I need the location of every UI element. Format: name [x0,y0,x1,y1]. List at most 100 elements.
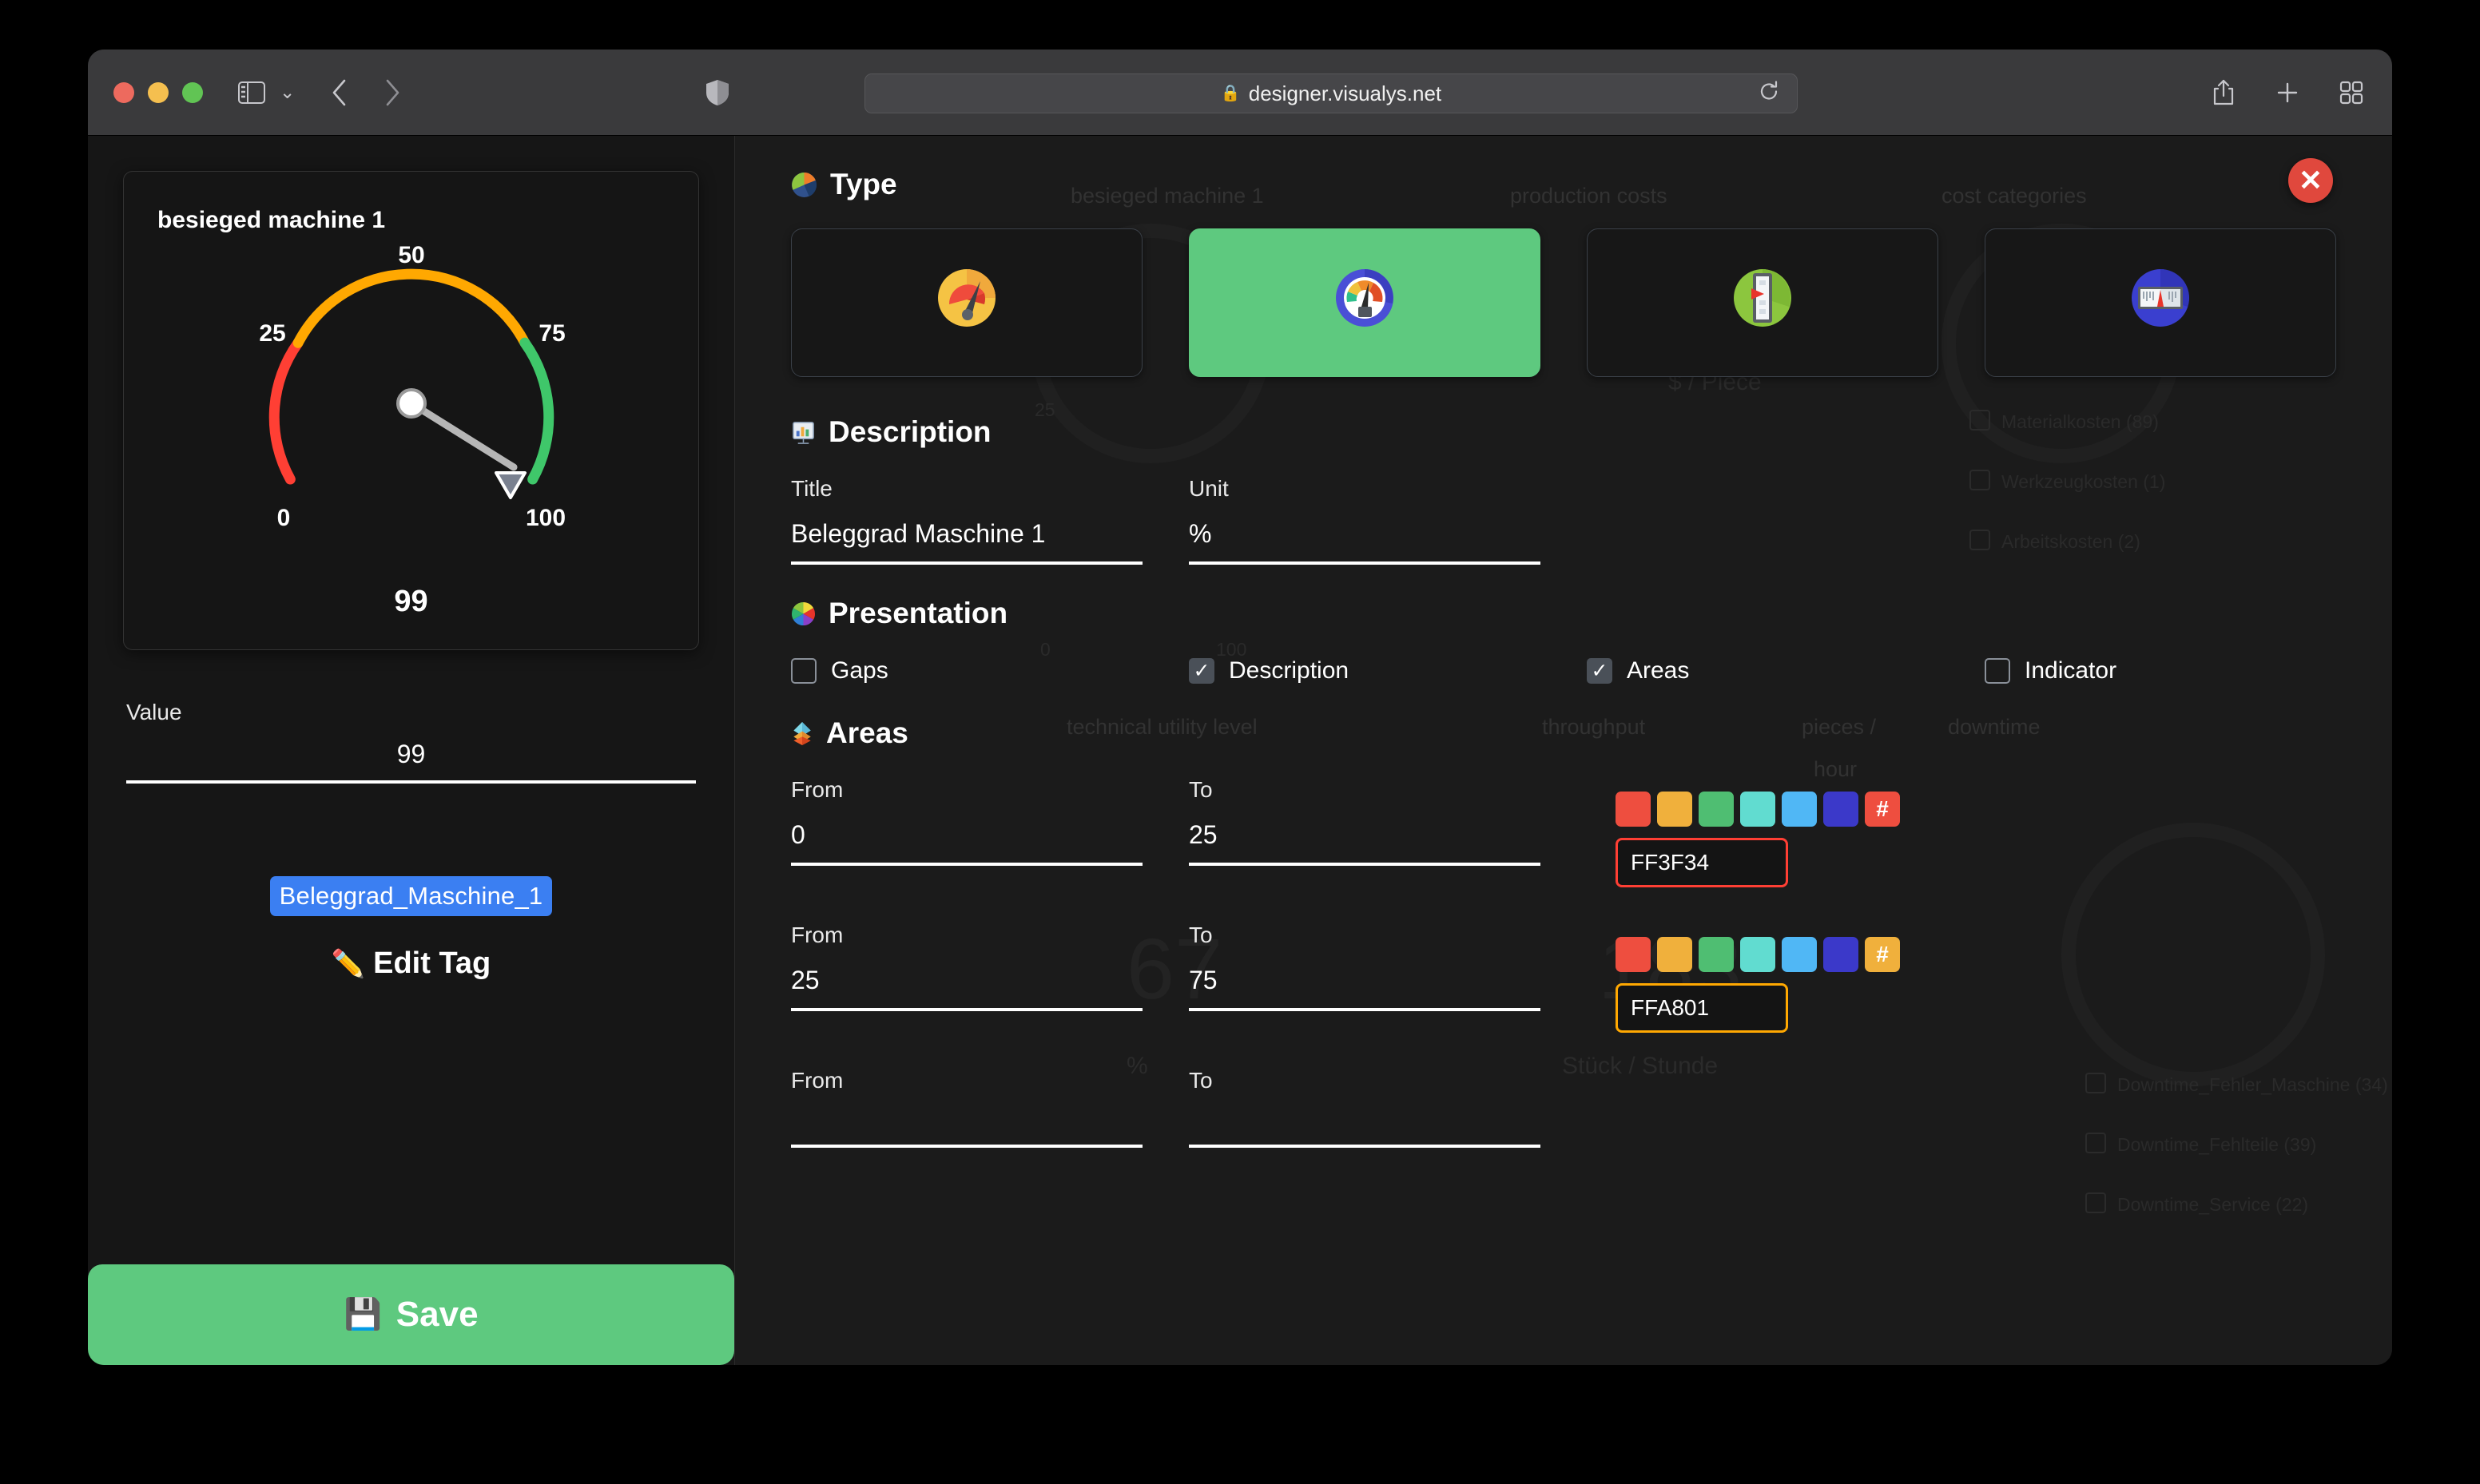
sidebar-toggle-icon[interactable] [238,81,265,104]
area-to-input[interactable]: 25 [1189,820,1540,866]
title-input[interactable]: Beleggrad Maschine 1 [791,519,1143,565]
gauge-preview-card: besieged machine 1 50 25 75 0 100 99 [123,171,699,650]
checkbox-indicator[interactable]: Indicator [1985,657,2116,684]
checkbox-box: ✓ [1587,658,1612,684]
checkbox-box [1985,658,2010,684]
swatch-orange[interactable] [1657,792,1692,827]
area-from-label: From [791,777,844,802]
swatch-red[interactable] [1616,792,1651,827]
page-body: besieged machine 1 production costs cost… [88,136,2392,1365]
area-color-picker: # FF3F34 [1616,777,1900,887]
minimize-window-button[interactable] [148,81,169,103]
toolbar-right-actions [2212,79,2363,106]
area-to-group: To [1189,1068,1540,1148]
type-tile-gauge-dial[interactable] [1189,228,1540,377]
swatch-custom-hash-button[interactable]: # [1865,937,1900,972]
hex-color-input[interactable]: FF3F34 [1616,838,1788,887]
type-heading-label: Type [830,168,897,200]
area-color-picker: # FFA801 [1616,923,1900,1033]
swatch-green[interactable] [1699,792,1734,827]
layers-icon [791,721,813,746]
unit-field-group: Unit % [1189,476,1540,565]
save-button[interactable]: 💾 Save [88,1264,734,1365]
reload-icon[interactable] [1759,81,1779,107]
checkbox-box [791,658,817,684]
lock-icon: 🔒 [1220,85,1241,102]
preview-panel: besieged machine 1 50 25 75 0 100 99 Val… [88,136,735,1365]
edit-tag-button[interactable]: ✏️ Edit Tag [88,946,734,981]
swatch-blue[interactable] [1782,937,1817,972]
swatch-green[interactable] [1699,937,1734,972]
area-to-input[interactable]: 75 [1189,966,1540,1011]
level-bar-icon [1731,267,1794,339]
type-tiles [791,228,2336,377]
description-heading-label: Description [829,415,992,448]
checkbox-label: Description [1229,657,1349,684]
swatch-custom-hash-button[interactable]: # [1865,792,1900,827]
area-from-label: From [791,923,844,947]
save-button-label: Save [395,1295,479,1334]
area-to-input[interactable] [1189,1111,1540,1148]
value-input[interactable]: 99 [126,740,696,784]
value-label: Value [126,700,182,724]
swatch-teal[interactable] [1740,937,1775,972]
type-tile-linear-meter[interactable] [1985,228,2336,377]
plus-icon[interactable] [2275,81,2299,105]
svg-text:0: 0 [276,505,290,531]
checkbox-gaps[interactable]: Gaps [791,657,1189,684]
areas-heading-label: Areas [826,716,908,749]
address-bar[interactable]: 🔒 designer.visualys.net [864,73,1798,113]
url-text: designer.visualys.net [1248,81,1442,105]
swatch-indigo[interactable] [1823,937,1858,972]
checkbox-areas[interactable]: ✓ Areas [1587,657,1985,684]
gauge-card-title: besieged machine 1 [157,207,386,233]
close-window-button[interactable] [113,81,134,103]
close-x-icon[interactable]: ✕ [2288,158,2333,203]
gauge-value-text: 99 [394,585,428,618]
area-from-label: From [791,1068,844,1093]
svg-text:50: 50 [398,242,424,268]
share-icon[interactable] [2212,79,2236,106]
unit-input[interactable]: % [1189,519,1540,565]
pencil-icon: ✏️ [331,949,366,979]
chevron-down-icon[interactable]: ⌄ [280,83,295,101]
forward-chevron-icon[interactable] [384,79,400,106]
svg-text:25: 25 [259,320,285,347]
window-controls [113,81,203,103]
swatch-indigo[interactable] [1823,792,1858,827]
description-section-heading: Description [791,415,2336,449]
area-from-input[interactable]: 25 [791,966,1143,1011]
tab-overview-icon[interactable] [2339,81,2363,105]
description-fields: Title Beleggrad Maschine 1 Unit % [791,476,2336,565]
swatch-red[interactable] [1616,937,1651,972]
floppy-disk-icon: 💾 [344,1298,382,1331]
swatch-orange[interactable] [1657,937,1692,972]
color-swatches: # [1616,792,1900,827]
bar-chart-icon [791,420,816,445]
privacy-shield-icon[interactable] [705,79,729,106]
swatch-teal[interactable] [1740,792,1775,827]
area-from-input[interactable] [791,1111,1143,1148]
checkbox-label: Indicator [2025,657,2117,684]
type-tile-speedometer[interactable] [791,228,1143,377]
gauge-chart: 50 25 75 0 100 [259,242,566,531]
maximize-window-button[interactable] [182,81,203,103]
type-tile-level-bar[interactable] [1587,228,1938,377]
pie-chart-icon [791,172,817,198]
checkbox-label: Areas [1627,657,1690,684]
swatch-blue[interactable] [1782,792,1817,827]
tag-chip[interactable]: Beleggrad_Maschine_1 [269,876,553,916]
color-swatches: # [1616,937,1900,972]
areas-section-heading: Areas [791,716,2336,750]
type-section-heading: Type [791,168,2336,201]
back-chevron-icon[interactable] [332,79,348,106]
presentation-options: Gaps ✓ Description ✓ Areas Indicator [791,657,2336,684]
browser-titlebar: ⌄ 🔒 designer.visualys.net [88,50,2392,136]
browser-window: ⌄ 🔒 designer.visualys.net besieged machi… [88,50,2392,1365]
hex-color-input[interactable]: FFA801 [1616,983,1788,1033]
area-from-group: From 0 [791,777,1143,866]
color-wheel-icon [791,601,816,626]
area-to-label: To [1189,923,1213,947]
checkbox-description[interactable]: ✓ Description [1189,657,1587,684]
area-from-input[interactable]: 0 [791,820,1143,866]
